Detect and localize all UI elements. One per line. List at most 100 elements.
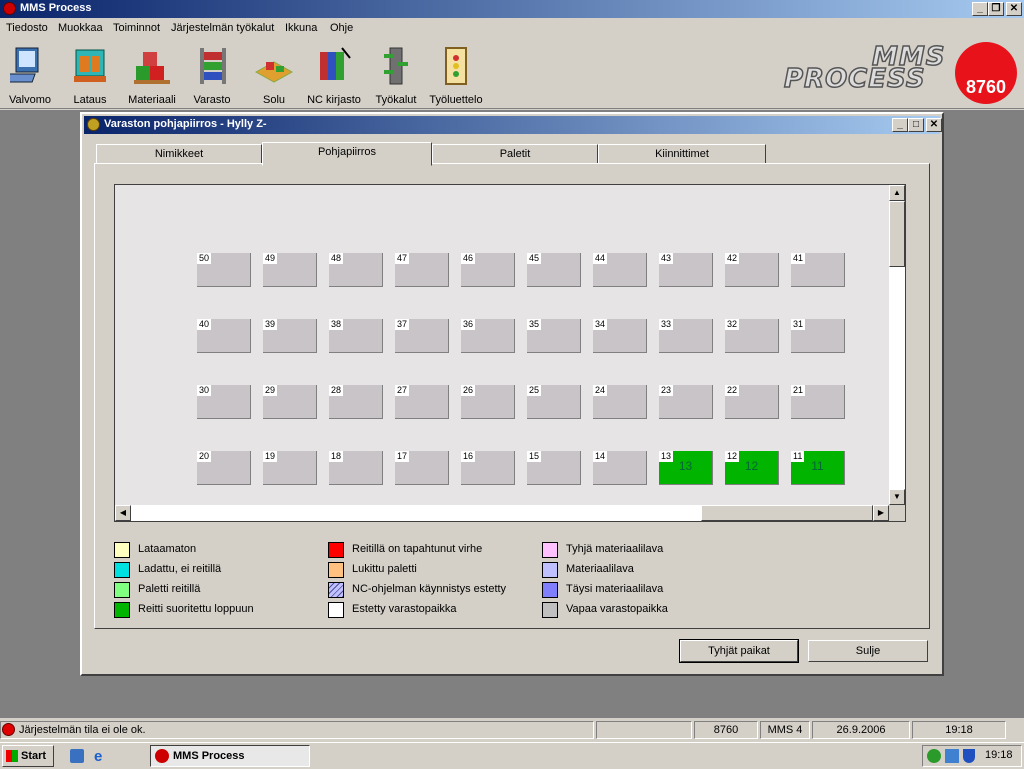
toolbar-materiaali-button[interactable]: Materiaali xyxy=(124,42,180,108)
slot-number: 29 xyxy=(263,385,278,396)
storage-slot-49[interactable]: 49 xyxy=(263,253,317,287)
window-icon xyxy=(87,118,100,131)
slot-number: 38 xyxy=(329,319,344,330)
brand-logo: MMS PROCESS 8760 xyxy=(780,40,1020,106)
storage-slot-35[interactable]: 35 xyxy=(527,319,581,353)
menu-help[interactable]: Ohje xyxy=(330,22,353,34)
slot-number: 49 xyxy=(263,253,278,264)
storage-slot-30[interactable]: 30 xyxy=(197,385,251,419)
scroll-left-icon[interactable]: ◀ xyxy=(115,505,131,521)
storage-slot-14[interactable]: 14 xyxy=(593,451,647,485)
slot-number: 46 xyxy=(461,253,476,264)
window-minimize-icon[interactable]: _ xyxy=(892,118,908,132)
horizontal-scrollbar[interactable]: ◀ ▶ xyxy=(115,505,889,521)
storage-slot-23[interactable]: 23 xyxy=(659,385,713,419)
storage-slot-27[interactable]: 27 xyxy=(395,385,449,419)
storage-slot-32[interactable]: 32 xyxy=(725,319,779,353)
horizontal-scroll-thumb[interactable] xyxy=(701,505,873,521)
scroll-right-icon[interactable]: ▶ xyxy=(873,505,889,521)
tab-pohjapiirros[interactable]: Pohjapiirros xyxy=(262,142,432,166)
storage-slot-40[interactable]: 40 xyxy=(197,319,251,353)
storage-slot-37[interactable]: 37 xyxy=(395,319,449,353)
tab-paletit[interactable]: Paletit xyxy=(432,144,598,164)
storage-slot-36[interactable]: 36 xyxy=(461,319,515,353)
material-icon xyxy=(134,52,170,84)
storage-slot-41[interactable]: 41 xyxy=(791,253,845,287)
restore-icon[interactable]: ❐ xyxy=(988,2,1004,16)
storage-slot-43[interactable]: 43 xyxy=(659,253,713,287)
storage-slot-28[interactable]: 28 xyxy=(329,385,383,419)
storage-slot-45[interactable]: 45 xyxy=(527,253,581,287)
storage-slot-31[interactable]: 31 xyxy=(791,319,845,353)
toolbar-tyokalut-button[interactable]: Työkalut xyxy=(368,42,424,108)
storage-slot-15[interactable]: 15 xyxy=(527,451,581,485)
scroll-up-icon[interactable]: ▲ xyxy=(889,185,905,201)
storage-slot-48[interactable]: 48 xyxy=(329,253,383,287)
storage-map-canvas: 50 49 48 47 46 45 44 43 42 41 40 39 38 37 36 35 34 33 32 31… xyxy=(115,185,889,505)
tray-network-icon[interactable] xyxy=(927,749,941,763)
storage-slot-17[interactable]: 17 xyxy=(395,451,449,485)
slot-number: 50 xyxy=(197,253,212,264)
menu-actions[interactable]: Toiminnot xyxy=(113,22,160,34)
storage-slot-19[interactable]: 19 xyxy=(263,451,317,485)
toolbar-varasto-button[interactable]: Varasto xyxy=(184,42,240,108)
storage-slot-50[interactable]: 50 xyxy=(197,253,251,287)
toolbar-nc-kirjasto-button[interactable]: NC kirjasto xyxy=(306,42,362,108)
storage-slot-16[interactable]: 16 xyxy=(461,451,515,485)
menu-system-tools[interactable]: Järjestelmän työkalut xyxy=(171,22,274,34)
menu-edit[interactable]: Muokkaa xyxy=(58,22,103,34)
legend-label: Reitillä on tapahtunut virhe xyxy=(352,543,483,555)
storage-slot-13[interactable]: 13 13 xyxy=(659,451,713,485)
status-bar: Järjestelmän tila ei ole ok. 8760 MMS 4 … xyxy=(0,719,1024,741)
slot-number: 37 xyxy=(395,319,410,330)
storage-slot-47[interactable]: 47 xyxy=(395,253,449,287)
storage-slot-33[interactable]: 33 xyxy=(659,319,713,353)
show-desktop-icon[interactable] xyxy=(70,749,84,763)
storage-layout-window: Varaston pohjapiirros - Hylly Z- _ □ ✕ N… xyxy=(80,112,944,676)
tray-monitor-icon[interactable] xyxy=(945,749,959,763)
storage-slot-29[interactable]: 29 xyxy=(263,385,317,419)
close-button[interactable]: Sulje xyxy=(808,640,928,662)
storage-slot-42[interactable]: 42 xyxy=(725,253,779,287)
storage-slot-18[interactable]: 18 xyxy=(329,451,383,485)
toolbar-tyoluettelo-button[interactable]: Työluettelo xyxy=(428,42,484,108)
storage-slot-34[interactable]: 34 xyxy=(593,319,647,353)
toolbar-solu-button[interactable]: Solu xyxy=(246,42,302,108)
close-icon[interactable]: ✕ xyxy=(1006,2,1022,16)
storage-slot-24[interactable]: 24 xyxy=(593,385,647,419)
tray-shield-icon[interactable] xyxy=(963,749,975,763)
ie-icon[interactable]: e xyxy=(94,748,102,765)
status-version: MMS 4 xyxy=(760,721,810,739)
window-maximize-icon[interactable]: □ xyxy=(908,118,924,132)
tab-kiinnittimet[interactable]: Kiinnittimet xyxy=(598,144,766,164)
empty-slots-button[interactable]: Tyhjät paikat xyxy=(679,639,799,663)
taskbar-mms-process[interactable]: MMS Process xyxy=(150,745,310,767)
vertical-scroll-thumb[interactable] xyxy=(889,201,905,267)
app-title: MMS Process xyxy=(20,2,92,14)
menu-file[interactable]: Tiedosto xyxy=(6,22,48,34)
storage-slot-11[interactable]: 11 11 xyxy=(791,451,845,485)
toolbar-valvomo-button[interactable]: Valvomo xyxy=(2,42,58,108)
storage-slot-21[interactable]: 21 xyxy=(791,385,845,419)
storage-slot-44[interactable]: 44 xyxy=(593,253,647,287)
menu-window[interactable]: Ikkuna xyxy=(285,22,317,34)
toolbar-lataus-button[interactable]: Lataus xyxy=(62,42,118,108)
tab-nimikkeet[interactable]: Nimikkeet xyxy=(96,144,262,164)
work-list-icon xyxy=(445,47,467,85)
mms-task-icon xyxy=(155,749,169,763)
storage-slot-25[interactable]: 25 xyxy=(527,385,581,419)
loading-station-icon xyxy=(74,49,106,82)
storage-slot-46[interactable]: 46 xyxy=(461,253,515,287)
storage-slot-26[interactable]: 26 xyxy=(461,385,515,419)
storage-slot-20[interactable]: 20 xyxy=(197,451,251,485)
vertical-scrollbar[interactable]: ▲ ▼ xyxy=(889,185,905,505)
storage-slot-39[interactable]: 39 xyxy=(263,319,317,353)
start-button[interactable]: Start xyxy=(2,745,54,767)
storage-slot-38[interactable]: 38 xyxy=(329,319,383,353)
minimize-icon[interactable]: _ xyxy=(972,2,988,16)
scroll-down-icon[interactable]: ▼ xyxy=(889,489,905,505)
window-close-icon[interactable]: ✕ xyxy=(926,118,942,132)
cell-icon xyxy=(254,61,294,83)
storage-slot-12[interactable]: 12 12 xyxy=(725,451,779,485)
storage-slot-22[interactable]: 22 xyxy=(725,385,779,419)
